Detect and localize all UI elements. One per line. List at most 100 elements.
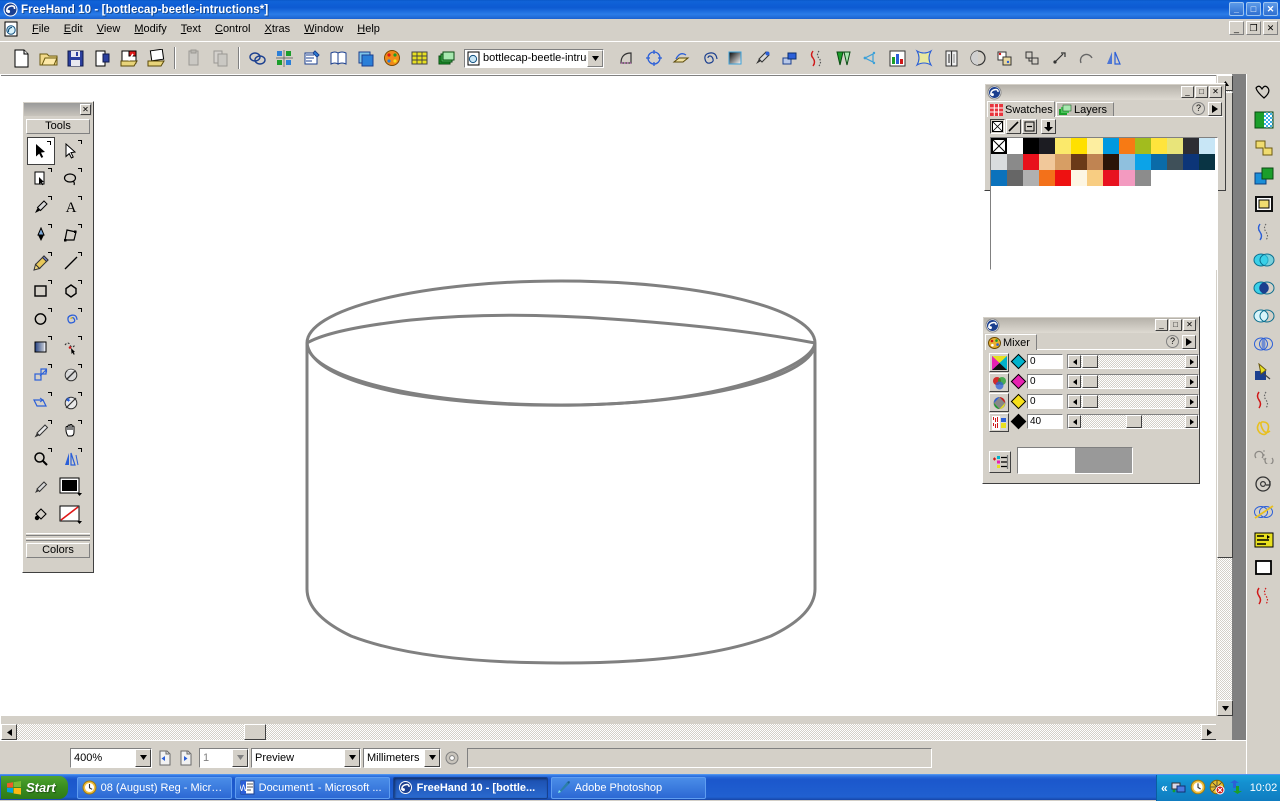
swatch-cell[interactable]: [1135, 138, 1151, 154]
eyedrop-color-tool[interactable]: [27, 473, 55, 501]
apply-swatch-button[interactable]: [1041, 119, 1056, 134]
swatch-cell[interactable]: [1023, 138, 1039, 154]
roughen-tool-icon[interactable]: [804, 46, 829, 71]
inset-path-icon[interactable]: [1251, 190, 1277, 218]
swatch-cell[interactable]: [1007, 138, 1023, 154]
swatch-cell[interactable]: [991, 154, 1007, 170]
stroke-color-swatch[interactable]: [57, 501, 85, 529]
print-document-icon[interactable]: [90, 46, 115, 71]
magenta-slider[interactable]: [1067, 374, 1199, 389]
cmyk-mode-button[interactable]: [989, 353, 1009, 372]
yellow-slider-left-arrow[interactable]: [1068, 395, 1081, 408]
fill-swatch-button[interactable]: [990, 119, 1005, 134]
swatch-cell[interactable]: [1199, 138, 1215, 154]
outlook-tray-icon[interactable]: [1190, 779, 1206, 798]
bounding-box-icon[interactable]: [1251, 554, 1277, 582]
spiral-tool[interactable]: [57, 305, 85, 333]
cyan-slider-left-arrow[interactable]: [1068, 355, 1081, 368]
magenta-slider-thumb[interactable]: [1082, 375, 1098, 388]
swatch-cell[interactable]: [1103, 154, 1119, 170]
freeform-tool[interactable]: [57, 333, 85, 361]
system-color-button[interactable]: [989, 413, 1009, 432]
cyan-slider[interactable]: [1067, 354, 1199, 369]
text-tool[interactable]: A: [57, 193, 85, 221]
tab-layers[interactable]: Layers: [1056, 102, 1114, 117]
chevron-down-icon[interactable]: [344, 748, 360, 767]
envelope-tool-icon[interactable]: [912, 46, 937, 71]
open-document-icon[interactable]: [36, 46, 61, 71]
blend-shapes-icon[interactable]: [1251, 246, 1277, 274]
swatch-cell[interactable]: [991, 170, 1007, 186]
remove-overlap-icon[interactable]: [1251, 498, 1277, 526]
mirror-tool-icon[interactable]: [939, 46, 964, 71]
swatch-cell[interactable]: [1151, 138, 1167, 154]
swatch-cell[interactable]: [1119, 170, 1135, 186]
transparency-icon[interactable]: [1251, 358, 1277, 386]
roughen-path-icon[interactable]: [1251, 582, 1277, 610]
start-button[interactable]: Start: [1, 776, 68, 799]
styles-panel-icon[interactable]: [353, 46, 378, 71]
mdi-window-controls[interactable]: _ ❐ ✕: [1229, 21, 1278, 35]
tab-mixer[interactable]: Mixer: [985, 334, 1037, 350]
swatch-cell[interactable]: [1103, 170, 1119, 186]
ellipse-tool[interactable]: [27, 305, 55, 333]
tray-expand-icon[interactable]: «: [1161, 781, 1168, 795]
swatch-cell[interactable]: [1039, 138, 1055, 154]
transform-tool-icon[interactable]: [642, 46, 667, 71]
both-swatch-button[interactable]: [1022, 119, 1037, 134]
magenta-slider-left-arrow[interactable]: [1068, 375, 1081, 388]
swatch-cell[interactable]: [1151, 154, 1167, 170]
mdi-restore-button[interactable]: ❐: [1246, 21, 1261, 35]
lasso-tool[interactable]: [57, 165, 85, 193]
pen-tool[interactable]: [27, 221, 55, 249]
swatch-cell[interactable]: [1167, 154, 1183, 170]
magenta-value-field[interactable]: 0: [1027, 374, 1063, 389]
maximize-button[interactable]: □: [1246, 2, 1261, 16]
layers-panel-icon[interactable]: [245, 46, 270, 71]
minimize-button[interactable]: _: [1229, 2, 1244, 16]
swatches-options-arrow-icon[interactable]: [1208, 102, 1222, 116]
subselect-tool[interactable]: [57, 137, 85, 165]
pencil-tool[interactable]: [27, 249, 55, 277]
hand-tool[interactable]: [57, 417, 85, 445]
help-icon[interactable]: ?: [1192, 102, 1205, 115]
expand-stroke-icon[interactable]: [1251, 218, 1277, 246]
export-file-icon[interactable]: [144, 46, 169, 71]
knot-icon[interactable]: [1251, 414, 1277, 442]
shadow-tool-icon[interactable]: [831, 46, 856, 71]
scroll-right-button[interactable]: [1201, 724, 1217, 740]
eyedropper-tool[interactable]: [27, 193, 55, 221]
swatch-cell[interactable]: [1071, 138, 1087, 154]
document-control-icon[interactable]: [3, 21, 21, 37]
swatches-panel-titlebar[interactable]: _ □ ✕: [986, 85, 1224, 100]
swatches-panel-controls[interactable]: _ □ ✕: [1181, 86, 1222, 98]
mixer-options-arrow-icon[interactable]: [1182, 335, 1196, 349]
swatch-cell[interactable]: [1039, 170, 1055, 186]
yellow-slider-right-arrow[interactable]: [1185, 395, 1198, 408]
knife-tool[interactable]: [27, 417, 55, 445]
3d-rotate-tool-icon[interactable]: [669, 46, 694, 71]
trace-tool-icon[interactable]: [615, 46, 640, 71]
swatches-panel-icon[interactable]: [407, 46, 432, 71]
black-slider[interactable]: [1067, 414, 1199, 429]
copy-tool-icon[interactable]: [208, 46, 233, 71]
pointer-tool[interactable]: [27, 137, 55, 165]
bezigon-tool[interactable]: [57, 221, 85, 249]
mdi-close-button[interactable]: ✕: [1263, 21, 1278, 35]
swatch-cell[interactable]: [1135, 154, 1151, 170]
tools-palette-close-icon[interactable]: ✕: [80, 104, 91, 115]
rotate-tool[interactable]: [57, 361, 85, 389]
arc-tool-icon[interactable]: [1074, 46, 1099, 71]
correct-direction-icon[interactable]: [1251, 470, 1277, 498]
taskbar-item-word[interactable]: W Document1 - Microsoft ...: [234, 776, 390, 799]
swatch-cell[interactable]: [1023, 170, 1039, 186]
gradient-tool[interactable]: [27, 333, 55, 361]
taskbar-item-outlook[interactable]: 08 (August) Reg - Micros...: [76, 776, 232, 799]
swatch-cell[interactable]: [1135, 170, 1151, 186]
polygon-tool[interactable]: [57, 277, 85, 305]
menu-item-edit[interactable]: Edit: [57, 21, 90, 37]
align-panel-icon[interactable]: [272, 46, 297, 71]
swatch-cell[interactable]: [1071, 170, 1087, 186]
canvas-horizontal-scrollbar[interactable]: [1, 724, 1217, 740]
crop-icon[interactable]: [1251, 302, 1277, 330]
